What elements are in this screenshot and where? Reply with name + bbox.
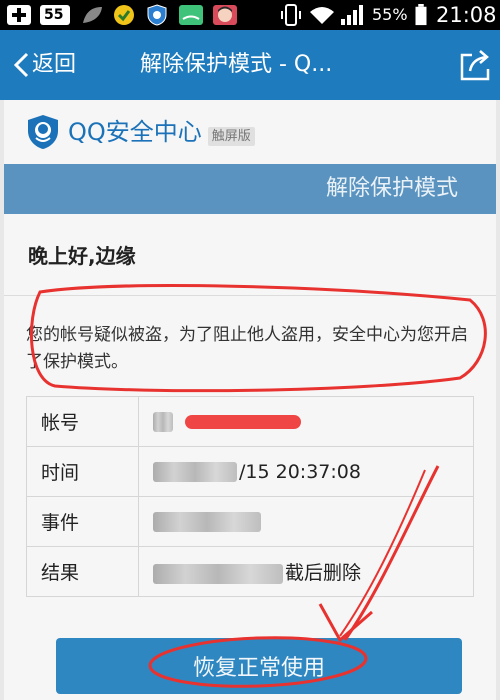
account-value-cell xyxy=(138,396,474,447)
table-row: 事件 xyxy=(26,496,474,547)
table-row: 时间 /15 20:37:08 xyxy=(26,446,474,497)
restore-normal-use-button[interactable]: 恢复正常使用 xyxy=(56,638,462,694)
back-label: 返回 xyxy=(32,52,77,77)
result-value: 截后删除 xyxy=(285,562,362,584)
touch-edition-badge: 触屏版 xyxy=(207,126,255,146)
protection-notice: 您的帐号疑似被盗，为了阻止他人盗用，安全中心为您开启了保护模式。 xyxy=(26,325,468,372)
account-info-table: 帐号 时间 /15 20:37:08 事件 结果 截后删除 xyxy=(26,396,474,597)
page-content: QQ安全中心 触屏版 解除保护模式 晚上好,边缘 您的帐号疑似被盗，为了阻止他人… xyxy=(0,100,500,700)
account-label: 帐号 xyxy=(26,396,139,447)
back-button[interactable]: 返回 xyxy=(12,48,76,82)
book-app-icon xyxy=(179,5,203,25)
circle-app-icon xyxy=(114,5,134,25)
event-value-cell xyxy=(138,496,474,547)
redacted-value xyxy=(153,462,237,482)
leaf-icon xyxy=(83,7,102,23)
app-badge-icon: 55 xyxy=(40,5,70,25)
greeting: 晚上好,边缘 xyxy=(28,244,136,268)
result-value-cell: 截后删除 xyxy=(138,546,474,597)
wifi-icon xyxy=(310,7,334,24)
qq-security-logo-icon xyxy=(28,115,58,149)
divider xyxy=(4,295,496,296)
page-title: 解除保护模式 - Q... xyxy=(140,52,333,77)
time-label: 时间 xyxy=(26,446,139,497)
nav-bar: 返回 解除保护模式 - Q... xyxy=(0,30,500,100)
table-row: 结果 截后删除 xyxy=(26,546,474,597)
add-notification-icon xyxy=(7,5,31,25)
battery-icon xyxy=(415,4,427,26)
result-label: 结果 xyxy=(26,546,139,597)
redacted-value xyxy=(153,563,283,584)
table-row: 帐号 xyxy=(26,396,474,447)
section-header: 解除保护模式 xyxy=(4,164,496,214)
battery-percent: 55% xyxy=(372,5,408,24)
time-value-cell: /15 20:37:08 xyxy=(138,446,474,497)
red-redaction-mark xyxy=(185,415,302,429)
status-bar: 55 55% 21:08 xyxy=(0,0,500,30)
event-label: 事件 xyxy=(26,496,139,547)
brand-header: QQ安全中心 触屏版 xyxy=(26,112,255,152)
content-container: QQ安全中心 触屏版 解除保护模式 晚上好,边缘 您的帐号疑似被盗，为了阻止他人… xyxy=(4,100,496,700)
section-title: 解除保护模式 xyxy=(325,176,458,201)
clock: 21:08 xyxy=(436,3,497,27)
brand-name: QQ安全中心 xyxy=(68,118,202,146)
share-icon[interactable] xyxy=(458,47,492,83)
signal-icon xyxy=(341,5,363,25)
shield-app-icon xyxy=(147,4,167,26)
chevron-left-icon xyxy=(13,52,29,78)
redacted-value xyxy=(153,412,173,432)
vibrate-icon xyxy=(281,4,301,26)
app-badge-text: 55 xyxy=(44,7,64,23)
redacted-value xyxy=(153,512,261,532)
time-value: /15 20:37:08 xyxy=(239,460,361,483)
avatar-app-icon xyxy=(213,5,237,25)
